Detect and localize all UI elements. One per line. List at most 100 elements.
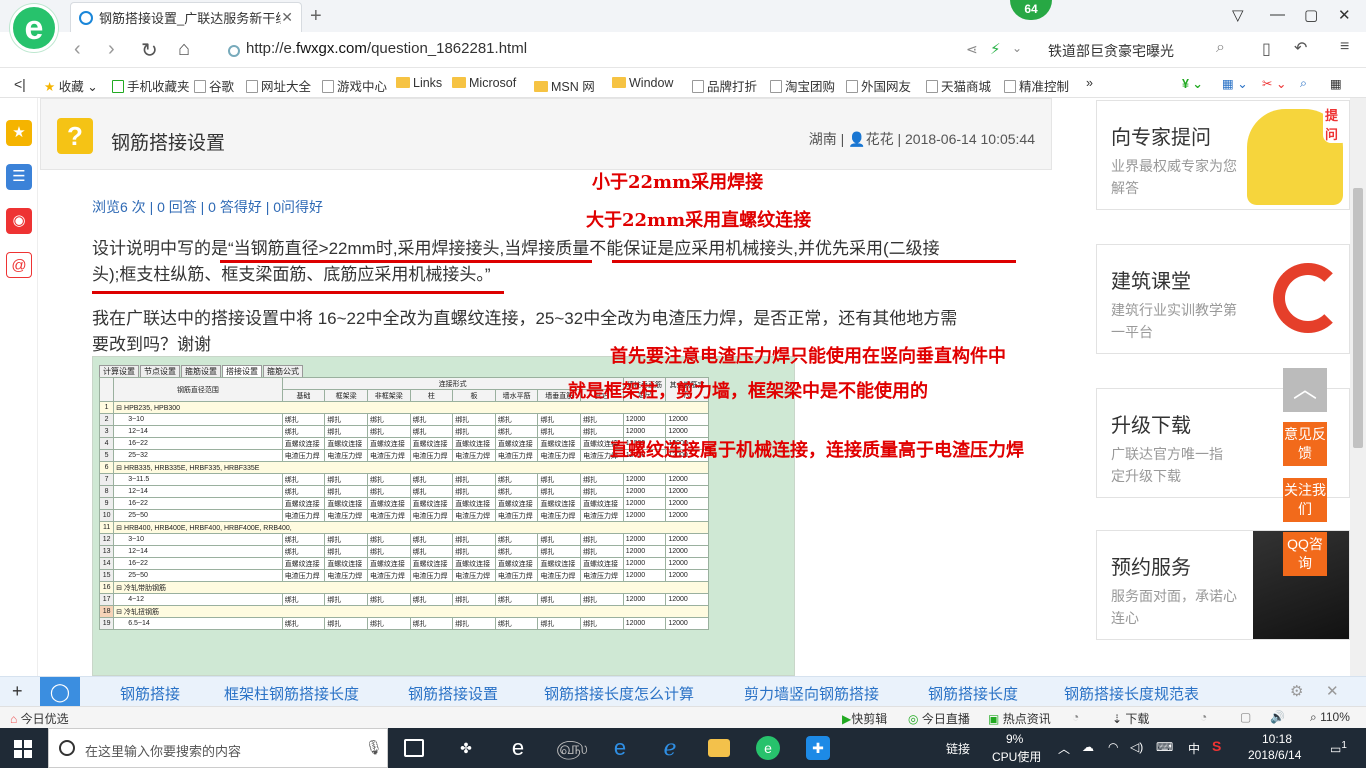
minimize-icon[interactable]: — <box>1270 6 1285 23</box>
undo-icon[interactable]: ↶ <box>1294 38 1307 58</box>
grid-icon[interactable]: ▦ ⌄ <box>1222 76 1248 91</box>
follow-button[interactable]: 关注我们 <box>1283 478 1327 522</box>
file-explorer-icon[interactable] <box>708 739 730 757</box>
ime-indicator[interactable]: 中 <box>1188 740 1200 757</box>
scrollbar[interactable] <box>1350 98 1366 676</box>
back-icon[interactable]: ‹ <box>74 38 81 61</box>
bookmark-precise[interactable]: 精准控制 <box>1004 76 1069 95</box>
cortana-icon[interactable] <box>59 740 75 756</box>
cut-icon[interactable]: ✂ ⌄ <box>1262 76 1286 91</box>
taskbar-browser-icon[interactable]: e <box>756 736 780 760</box>
url-field[interactable]: http://e.fwxgx.com/question_1862281.html <box>246 40 527 57</box>
back-to-top-icon[interactable]: ︿ <box>1283 368 1327 412</box>
scrollbar-thumb[interactable] <box>1353 188 1363 448</box>
notification-badge[interactable]: 64 <box>1010 0 1052 20</box>
status-icon-a[interactable]: ◔ <box>1072 710 1079 724</box>
mic-icon[interactable]: 🎙 <box>365 739 383 756</box>
card-ask-expert[interactable]: 向专家提问 业界最权威专家为您解答 提问 <box>1096 100 1350 210</box>
status-icon-b[interactable]: ◔ <box>1200 710 1207 724</box>
tab-active[interactable]: 钢筋搭接设置_广联达服务新干线 ✕ <box>70 2 302 32</box>
bookmark-games[interactable]: 游戏中心 <box>322 76 387 95</box>
tag-1[interactable]: 钢筋搭接 <box>120 683 180 704</box>
bookmark-hao[interactable]: 网址大全 <box>246 76 311 95</box>
question-stats[interactable]: 浏览6 次 | 0 回答 | 0 答得好 | 0问得好 <box>92 197 323 217</box>
yuan-shield-icon[interactable]: ¥ ⌄ <box>1182 76 1203 91</box>
status-icon-d[interactable]: 🔊 <box>1270 710 1285 724</box>
volume-icon[interactable]: ◁) <box>1130 740 1143 754</box>
browser-logo-icon[interactable]: e <box>10 4 58 52</box>
status-icon-c[interactable]: ▢ <box>1240 710 1251 724</box>
edge-icon[interactable]: e <box>608 736 632 760</box>
clock-date[interactable]: 2018/6/14 <box>1248 748 1301 762</box>
close-tab-icon[interactable]: ✕ <box>281 9 293 26</box>
browser-e-icon[interactable]: e <box>506 736 530 760</box>
notification-icon[interactable]: ▭1 <box>1330 740 1347 756</box>
bookmark-brands[interactable]: 品牌打折 <box>692 76 757 95</box>
more-bookmarks-icon[interactable]: » <box>1086 76 1093 90</box>
search-icon[interactable]: ⌕ <box>1216 39 1225 57</box>
tray-up-icon[interactable]: ︿ <box>1058 740 1070 757</box>
bookmark-taobao[interactable]: 淘宝团购 <box>770 76 835 95</box>
search-hint[interactable]: 铁道部巨贪豪宅曝光 <box>1048 41 1174 61</box>
tray-link[interactable]: 链接 <box>946 740 970 757</box>
restore-icon[interactable]: ▢ <box>1304 6 1318 24</box>
bookmark-google[interactable]: 谷歌 <box>194 76 234 95</box>
mail-icon[interactable]: @ <box>6 252 32 278</box>
status-live[interactable]: ◎ 今日直播 <box>908 710 970 727</box>
forward-icon[interactable]: › <box>108 38 115 61</box>
star-icon[interactable]: ★ <box>6 120 32 146</box>
new-tab-icon[interactable]: + <box>310 5 322 28</box>
status-quick-edit[interactable]: ▶快剪辑 <box>842 710 887 727</box>
tag-3[interactable]: 钢筋搭接设置 <box>408 683 498 704</box>
fan-icon[interactable]: ✤ <box>454 736 478 760</box>
menu-icon[interactable]: ≡ <box>1340 38 1349 56</box>
tag-7[interactable]: 钢筋搭接长度规范表 <box>1064 683 1199 704</box>
s-app-icon[interactable]: S <box>1212 738 1221 754</box>
bookmark-mobile[interactable]: 手机收藏夹 <box>112 76 190 95</box>
settings-icon[interactable]: ⚙ <box>1290 682 1303 700</box>
bookmark-windows[interactable]: Window <box>612 76 673 90</box>
today-picks[interactable]: ⌂ 今日优选 <box>10 710 69 727</box>
task-view-icon[interactable] <box>404 739 424 757</box>
wifi-icon[interactable]: ◠ <box>1108 740 1118 754</box>
tag-2[interactable]: 框架柱钢筋搭接长度 <box>224 683 359 704</box>
bookmark-links[interactable]: Links <box>396 76 442 90</box>
app-plus-icon[interactable]: ✚ <box>806 736 830 760</box>
tag-4[interactable]: 钢筋搭接长度怎么计算 <box>544 683 694 704</box>
sidebar-toggle-icon[interactable]: <| <box>14 76 26 92</box>
close-window-icon[interactable]: ✕ <box>1338 6 1351 24</box>
taskbar-search[interactable]: 在这里输入你要搜索的内容 🎙 <box>48 728 388 768</box>
reader-icon[interactable]: ☰ <box>6 164 32 190</box>
apps-icon[interactable]: ▦ <box>1330 76 1342 91</box>
status-news[interactable]: ▣ 热点资讯 <box>988 710 1051 727</box>
keyboard-icon[interactable]: ⌨ <box>1156 740 1173 754</box>
bookmark-msn[interactable]: MSN 网 <box>534 76 595 95</box>
weibo-icon[interactable]: ◉ <box>6 208 32 234</box>
clock-time[interactable]: 10:18 <box>1262 732 1292 746</box>
share-icon[interactable]: ⋖ <box>966 41 978 58</box>
swirl-icon[interactable]: ௵ <box>556 736 588 760</box>
ie-icon[interactable]: ℯ <box>658 736 682 760</box>
windows-start-icon[interactable] <box>14 740 32 758</box>
skin-icon[interactable]: ▽ <box>1232 6 1244 24</box>
bookmark-favorites[interactable]: ★ 收藏 ⌄ <box>44 76 98 95</box>
zoom-level[interactable]: ⌕ 110% <box>1310 710 1350 725</box>
home-icon[interactable]: ⌂ <box>178 38 190 61</box>
lightning-icon[interactable]: ⚡ <box>990 40 1001 58</box>
feedback-button[interactable]: 意见反馈 <box>1283 422 1327 466</box>
tray-cloud-icon[interactable]: ☁ <box>1082 740 1094 754</box>
bookmark-microsoft[interactable]: Microsof <box>452 76 516 90</box>
refresh-icon[interactable]: ↻ <box>141 38 158 63</box>
close-icon[interactable]: ✕ <box>1326 682 1339 700</box>
status-download[interactable]: ⇣ 下载 <box>1112 710 1149 727</box>
phone-icon[interactable]: ▯ <box>1262 39 1271 59</box>
chevron-down-icon[interactable]: ⌄ <box>1012 41 1022 55</box>
bookmark-tmall[interactable]: 天猫商城 <box>926 76 991 95</box>
bookmark-foreign[interactable]: 外国网友 <box>846 76 911 95</box>
tag-6[interactable]: 钢筋搭接长度 <box>928 683 1018 704</box>
search-circle-icon[interactable]: ◯ <box>40 677 80 707</box>
magnify-icon[interactable]: ⌕ <box>1300 76 1307 91</box>
tag-5[interactable]: 剪力墙竖向钢筋搭接 <box>744 683 879 704</box>
add-icon[interactable]: + <box>12 681 23 702</box>
qq-button[interactable]: QQ咨询 <box>1283 532 1327 576</box>
